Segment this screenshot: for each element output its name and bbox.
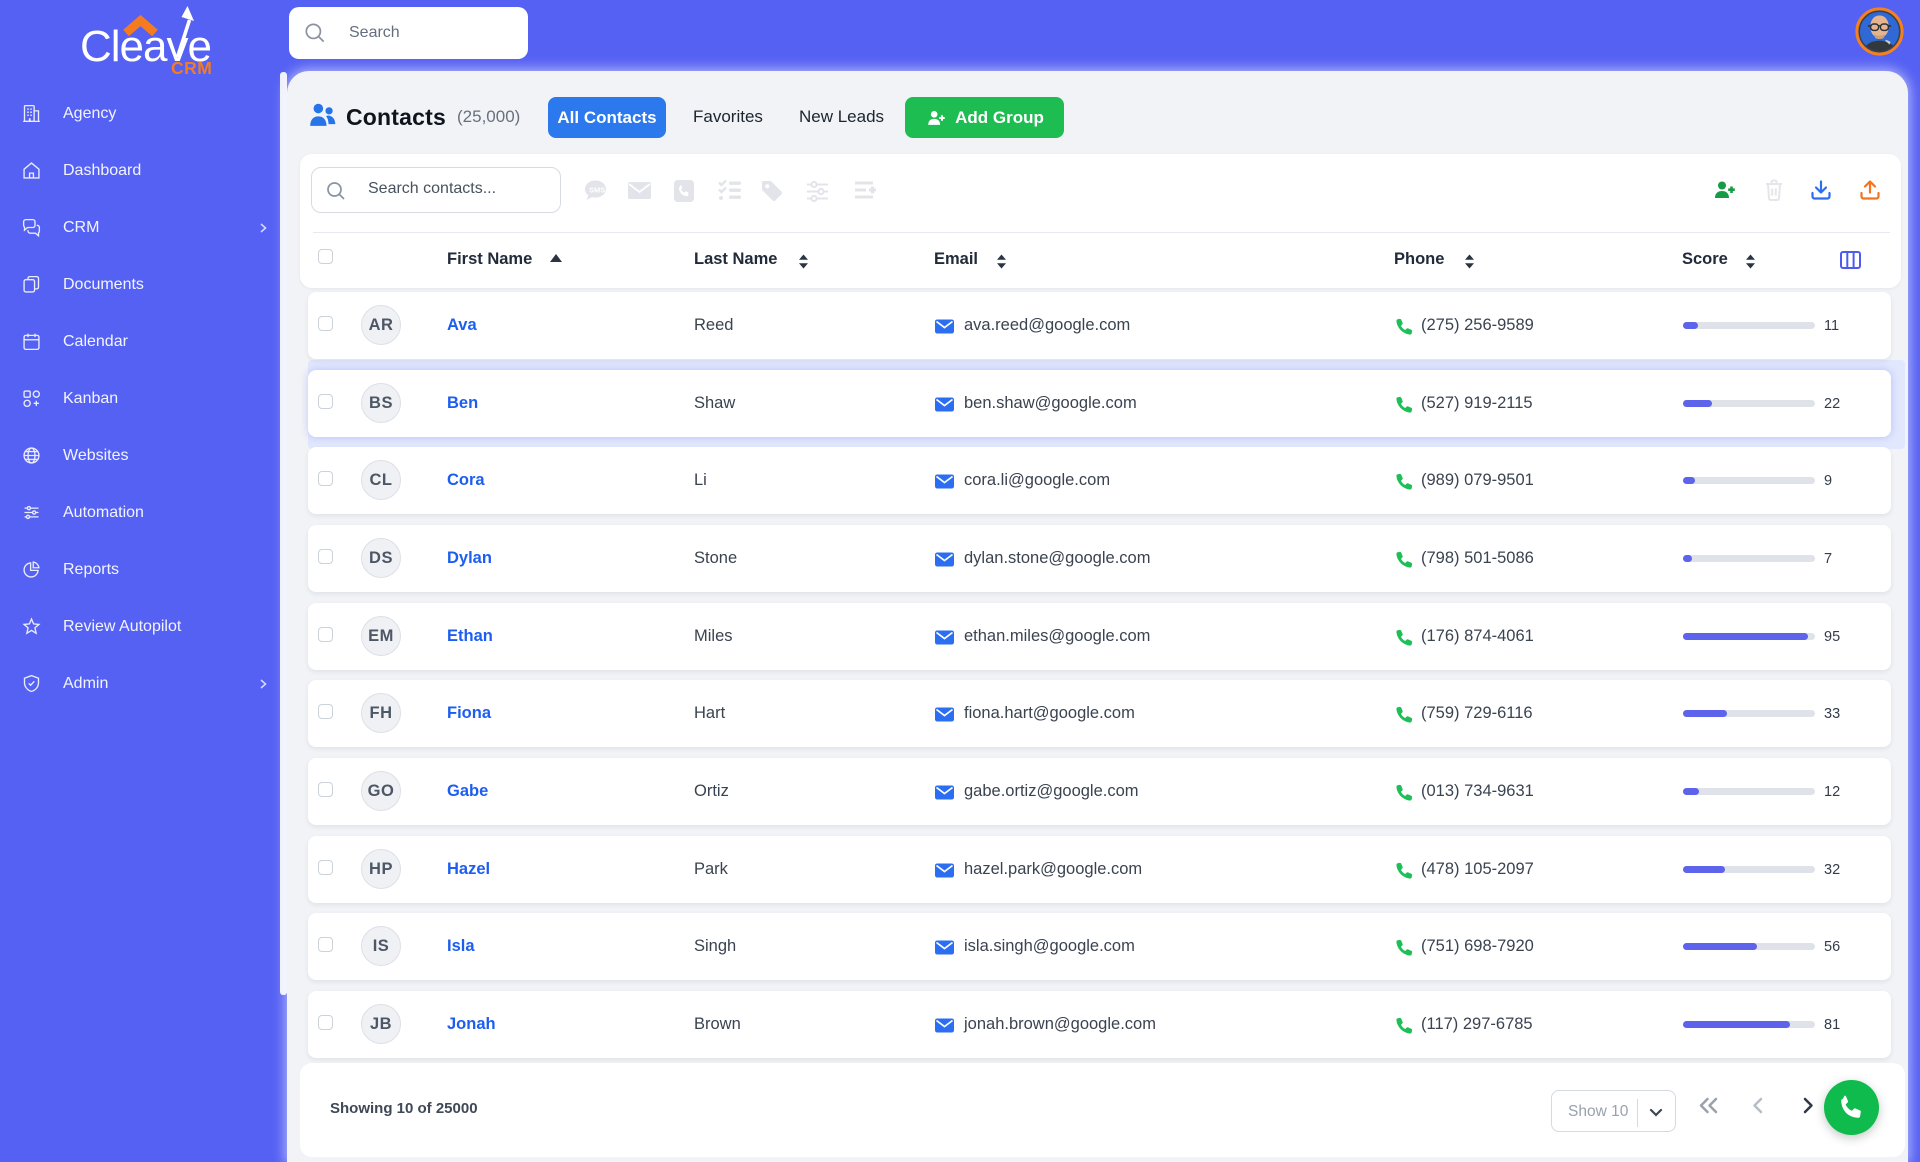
svg-text:CRM: CRM <box>171 58 212 78</box>
svg-text:SMS: SMS <box>589 186 605 195</box>
